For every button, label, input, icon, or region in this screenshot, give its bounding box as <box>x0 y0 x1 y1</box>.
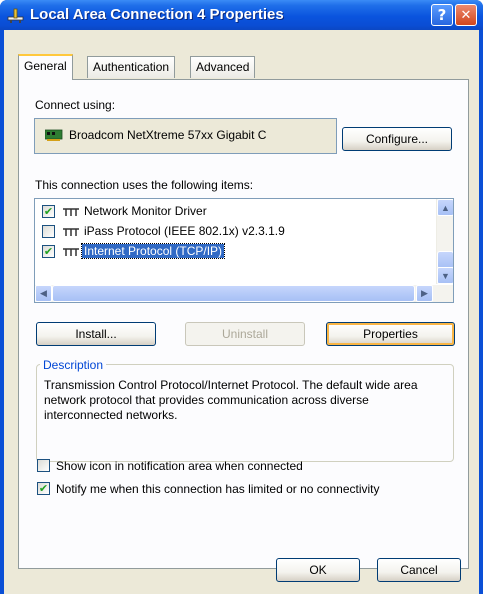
item-checkbox[interactable] <box>42 225 55 238</box>
notify-label: Notify me when this connection has limit… <box>56 482 380 496</box>
list-item[interactable]: ✔ Internet Protocol (TCP/IP) <box>35 243 435 261</box>
components-list[interactable]: ✔ Network Monitor Driver iPass Protocol … <box>34 198 454 303</box>
question-mark-icon: ? <box>437 6 447 24</box>
network-protocol-icon <box>63 248 79 256</box>
configure-button-label: Configure... <box>365 132 429 146</box>
cancel-button-label: Cancel <box>400 563 438 577</box>
ok-button-label: OK <box>309 563 327 577</box>
network-adapter-icon <box>45 129 63 141</box>
arrow-right-icon: ▶ <box>421 288 428 298</box>
tab-authentication-label: Authentication <box>93 60 170 74</box>
properties-button[interactable]: Properties <box>326 322 455 346</box>
dialog-client-area: General Authentication Advanced Connect … <box>4 30 479 594</box>
connect-using-label: Connect using: <box>35 98 116 112</box>
uninstall-button-label: Uninstall <box>221 327 269 341</box>
scroll-up-button[interactable]: ▲ <box>437 199 453 216</box>
arrow-left-icon: ◀ <box>40 288 47 298</box>
item-label: iPass Protocol (IEEE 802.1x) v2.3.1.9 <box>84 224 285 238</box>
description-title: Description <box>40 358 107 372</box>
configure-button[interactable]: Configure... <box>342 127 452 151</box>
network-protocol-icon <box>63 228 79 236</box>
description-text: Transmission Control Protocol/Internet P… <box>44 378 418 422</box>
show-icon-checkbox[interactable] <box>37 459 50 472</box>
tab-general[interactable]: General <box>18 54 73 80</box>
item-checkbox[interactable]: ✔ <box>42 205 55 218</box>
scroll-right-button[interactable]: ▶ <box>416 285 433 302</box>
notify-checkbox[interactable]: ✔ <box>37 482 50 495</box>
ok-button[interactable]: OK <box>276 558 360 582</box>
adapter-display-box: Broadcom NetXtreme 57xx Gigabit C <box>34 118 337 154</box>
title-bar[interactable]: Local Area Connection 4 Properties ? ✕ <box>0 0 483 30</box>
items-list-label: This connection uses the following items… <box>35 178 254 192</box>
cancel-button[interactable]: Cancel <box>377 558 461 582</box>
horizontal-scroll-thumb[interactable] <box>52 285 415 302</box>
close-button[interactable]: ✕ <box>455 4 477 26</box>
adapter-name: Broadcom NetXtreme 57xx Gigabit C <box>69 128 267 142</box>
properties-button-label: Properties <box>363 327 418 341</box>
scroll-down-button[interactable]: ▼ <box>437 267 453 284</box>
close-icon: ✕ <box>460 7 472 23</box>
window-title: Local Area Connection 4 Properties <box>30 6 284 23</box>
vertical-scrollbar[interactable]: ▲ ▼ <box>436 199 453 284</box>
tab-authentication[interactable]: Authentication <box>87 56 176 78</box>
show-icon-label: Show icon in notification area when conn… <box>56 459 303 473</box>
network-connection-icon <box>7 8 24 23</box>
network-protocol-icon <box>63 208 79 216</box>
item-checkbox[interactable]: ✔ <box>42 245 55 258</box>
install-button[interactable]: Install... <box>36 322 156 346</box>
item-label-selected: Internet Protocol (TCP/IP) <box>80 243 226 259</box>
install-button-label: Install... <box>75 327 117 341</box>
tab-advanced-label: Advanced <box>196 60 250 74</box>
tab-advanced[interactable]: Advanced <box>190 56 256 78</box>
arrow-up-icon: ▲ <box>441 202 450 213</box>
properties-dialog: Local Area Connection 4 Properties ? ✕ G… <box>0 0 483 594</box>
tab-general-label: General <box>24 59 67 73</box>
uninstall-button[interactable]: Uninstall <box>185 322 305 346</box>
arrow-down-icon: ▼ <box>441 270 450 281</box>
list-item[interactable]: iPass Protocol (IEEE 802.1x) v2.3.1.9 <box>35 223 435 241</box>
horizontal-scrollbar[interactable]: ◀ ▶ <box>35 285 453 302</box>
list-item[interactable]: ✔ Network Monitor Driver <box>35 203 435 221</box>
help-button[interactable]: ? <box>431 4 453 26</box>
scroll-left-button[interactable]: ◀ <box>35 285 52 302</box>
item-label: Network Monitor Driver <box>84 204 207 218</box>
